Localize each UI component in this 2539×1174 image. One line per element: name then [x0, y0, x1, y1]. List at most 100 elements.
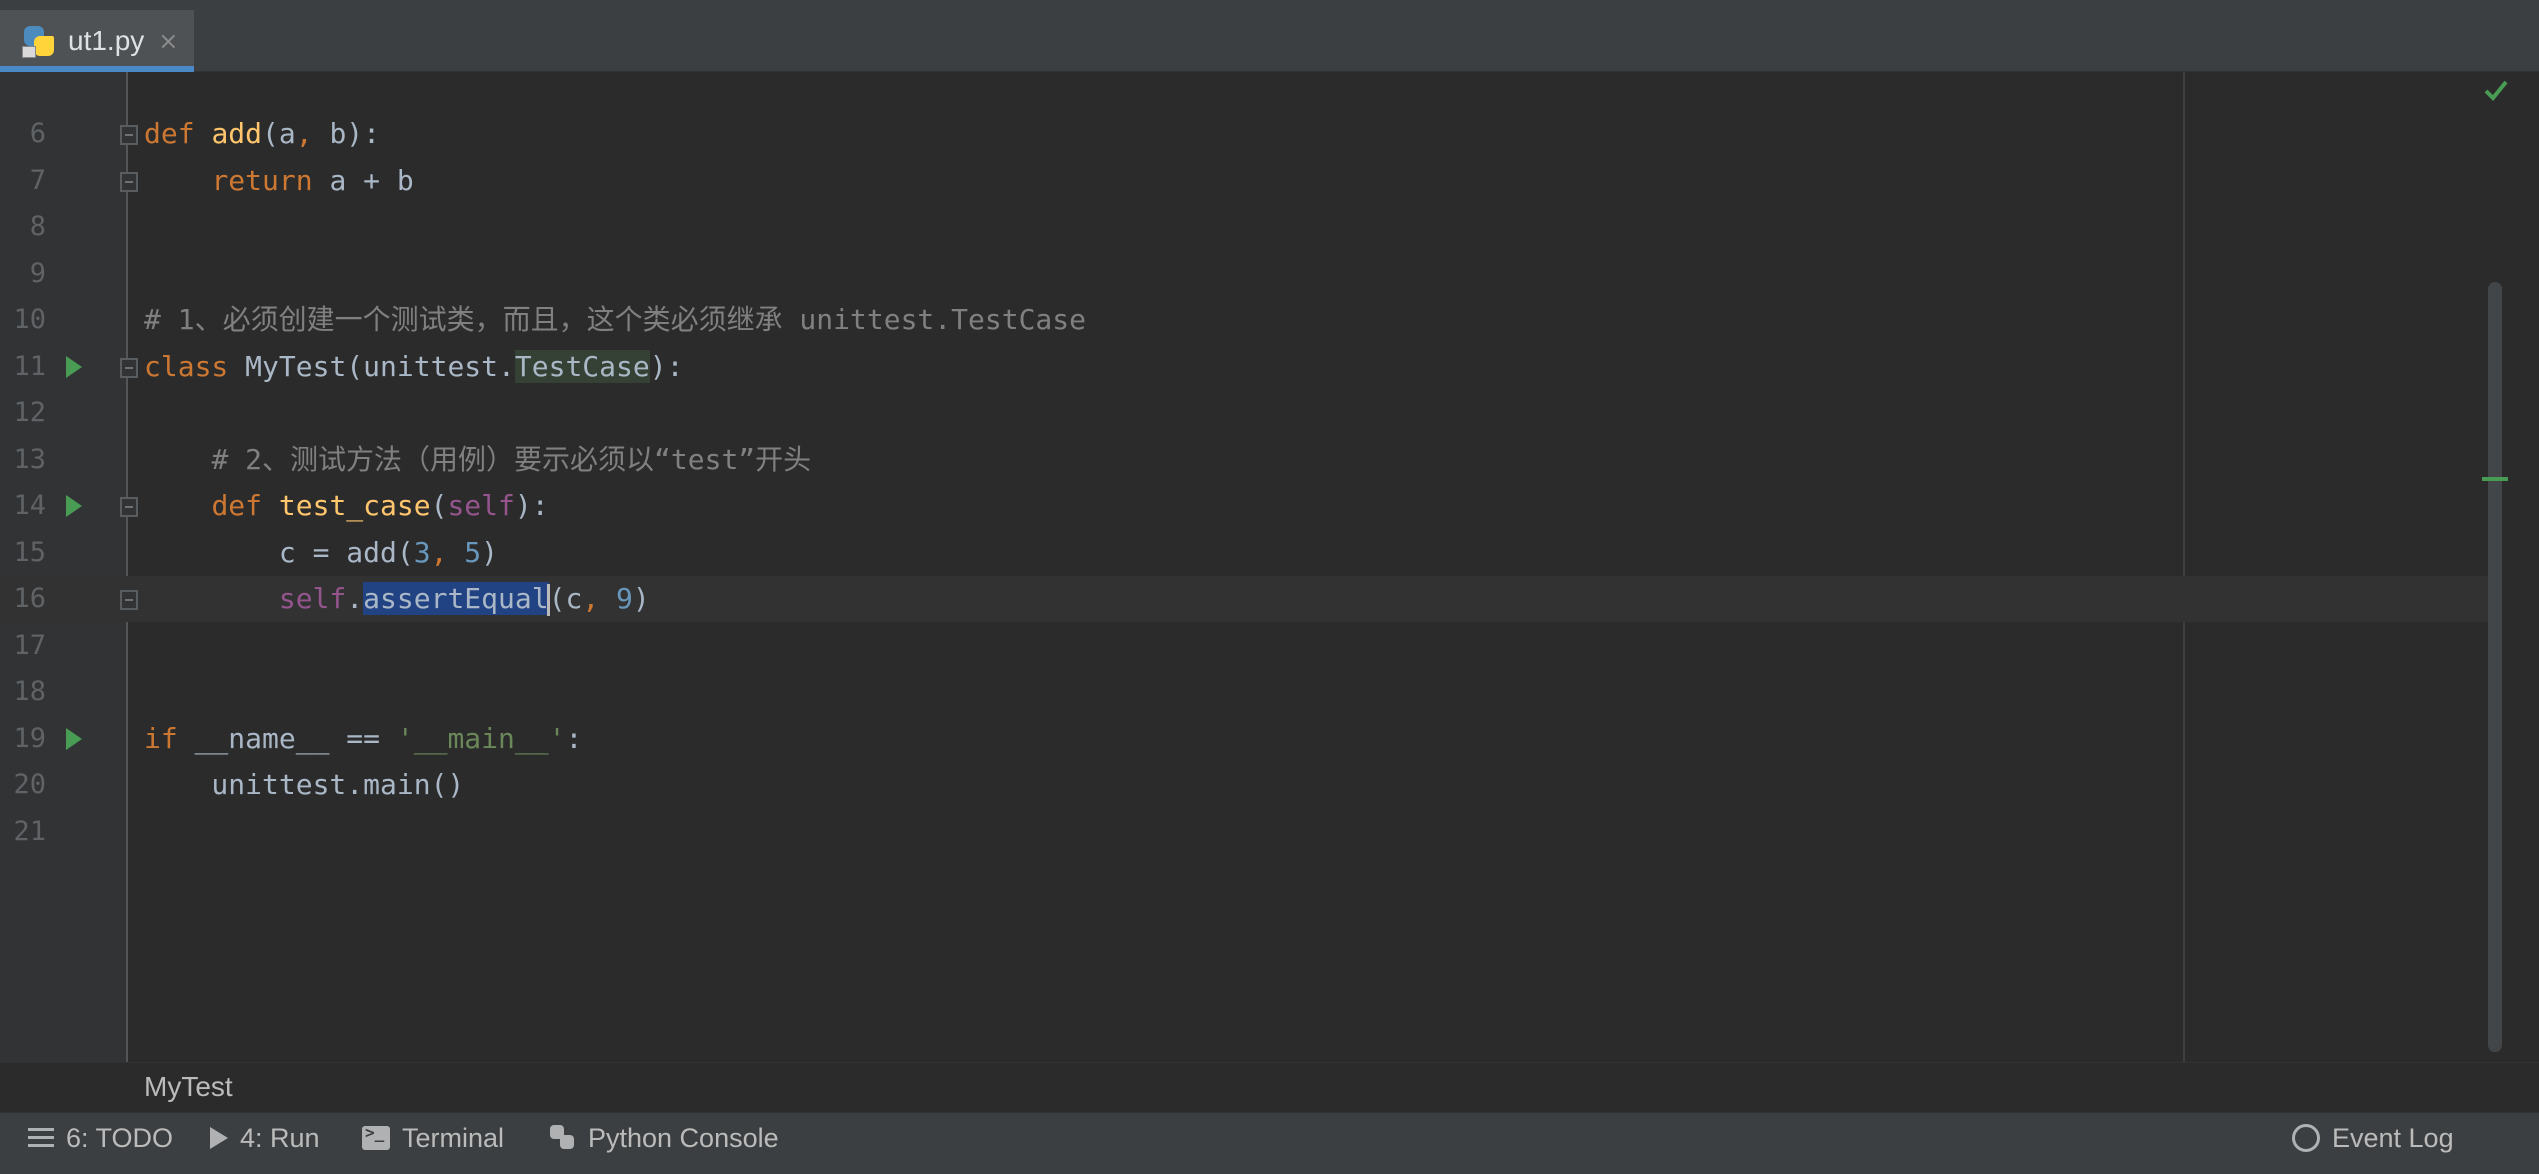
code-line[interactable]: 7 return a + b	[0, 158, 2500, 204]
line-number: 18	[13, 676, 46, 707]
list-icon	[28, 1127, 54, 1149]
code-token: 5	[464, 535, 482, 569]
fold-icon[interactable]	[120, 590, 138, 610]
code-text: self.assertEqual(c, 9)	[144, 576, 650, 622]
code-token: return	[211, 163, 330, 197]
todo-tool-button[interactable]: 6: TODO	[28, 1113, 173, 1163]
event-log-tool-button[interactable]: Event Log	[2292, 1113, 2454, 1163]
code-line[interactable]: 15 c = add(3, 5)	[0, 530, 2500, 576]
code-line[interactable]: 10 # 1、必须创建一个测试类，而且，这个类必须继承 unittest.Test…	[0, 297, 2500, 343]
code-line[interactable]: 12	[0, 390, 2500, 436]
code-token: )	[632, 582, 650, 615]
play-icon	[210, 1127, 228, 1149]
breadcrumb-item-mytest[interactable]: MyTest	[144, 1071, 233, 1103]
line-number: 8	[29, 211, 46, 242]
fold-icon[interactable]	[120, 125, 138, 145]
code-token: self	[447, 489, 515, 522]
code-text: if __name__ == '__main__':	[144, 716, 582, 762]
event-log-label: Event Log	[2332, 1122, 2454, 1153]
code-line[interactable]: 19 if __name__ == '__main__':	[0, 716, 2500, 762]
run-gutter-icon[interactable]	[66, 355, 82, 378]
code-line[interactable]: 13 # 2、测试方法（用例）要示必须以“test”开头	[0, 437, 2500, 483]
scrollbar-change-marker	[2482, 477, 2508, 481]
code-token: 3	[413, 535, 431, 569]
code-token: ,	[430, 535, 465, 569]
code-token: b):	[329, 117, 381, 150]
code-line[interactable]: 6 def add(a, b):	[0, 111, 2500, 157]
close-tab-icon[interactable]: ×	[158, 27, 178, 55]
code-text: return a + b	[144, 158, 413, 204]
code-text: c = add(3, 5)	[144, 530, 498, 576]
terminal-label: Terminal	[402, 1122, 505, 1153]
code-token: '__main__'	[396, 721, 566, 755]
code-token: add	[211, 117, 263, 150]
line-number: 9	[29, 257, 46, 289]
line-number: 13	[13, 443, 46, 475]
run-gutter-icon[interactable]	[66, 495, 82, 517]
line-number: 7	[29, 164, 46, 196]
line-number: 12	[13, 397, 46, 428]
code-line[interactable]: 21	[0, 809, 2500, 855]
run-tool-button[interactable]: 4: Run	[210, 1113, 320, 1163]
code-token: def	[211, 489, 279, 522]
code-line[interactable]: 8	[0, 204, 2500, 250]
code-token: class	[144, 349, 246, 383]
code-token: if	[144, 721, 195, 755]
code-token: c = add(	[144, 535, 414, 569]
code-token: def	[144, 117, 212, 150]
code-line[interactable]: 16 self.assertEqual(c, 9)	[0, 576, 2500, 622]
python-console-icon	[550, 1125, 576, 1151]
fold-icon[interactable]	[120, 497, 138, 517]
code-text: unittest.main()	[144, 762, 464, 808]
check-icon	[2484, 80, 2508, 101]
code-token: .	[346, 582, 364, 615]
python-console-label: Python Console	[588, 1122, 779, 1153]
code-line[interactable]: 9	[0, 251, 2500, 297]
code-token: __name__ ==	[194, 721, 397, 755]
line-number: 10	[13, 304, 46, 335]
code-token: ,	[582, 582, 617, 615]
python-file-icon	[22, 24, 56, 58]
status-strip	[0, 1162, 2539, 1174]
code-editor[interactable]: 6 def add(a, b): 7 return a + b 8 9 10 # 1、必须创…	[0, 72, 2508, 1062]
tab-ut1-py[interactable]: ut1.py ×	[0, 10, 194, 72]
fold-icon[interactable]	[120, 171, 138, 192]
vertical-scrollbar[interactable]	[2488, 282, 2502, 1052]
terminal-tool-button[interactable]: Terminal	[362, 1113, 504, 1163]
line-number: 19	[13, 722, 46, 754]
breadcrumb: MyTest	[0, 1062, 2539, 1112]
editor-tab-bar: ut1.py ×	[0, 0, 2539, 72]
run-gutter-icon[interactable]	[66, 727, 82, 750]
line-number: 11	[13, 350, 46, 382]
code-token: )	[481, 535, 499, 569]
line-number: 14	[13, 490, 46, 521]
code-line[interactable]: 20 unittest.main()	[0, 762, 2500, 808]
code-token: 9	[616, 582, 633, 615]
todo-label: 6: TODO	[66, 1122, 174, 1153]
code-token: MyTest(unittest.	[245, 349, 515, 383]
code-line[interactable]: 18	[0, 669, 2500, 715]
code-line[interactable]: 11 class MyTest(unittest.TestCase):	[0, 344, 2500, 390]
python-console-tool-button[interactable]: Python Console	[550, 1113, 779, 1163]
code-line[interactable]: 17	[0, 623, 2500, 669]
code-token: (c	[548, 582, 583, 615]
code-token: :	[565, 721, 583, 755]
line-number: 17	[13, 629, 46, 661]
code-token: (a	[262, 117, 296, 150]
run-label: 4: Run	[240, 1122, 320, 1153]
code-text: class MyTest(unittest.TestCase):	[144, 344, 683, 390]
code-token: test_case	[278, 489, 431, 522]
line-number: 21	[13, 815, 46, 847]
code-token: TestCase	[514, 349, 650, 383]
code-line[interactable]: 14 def test_case(self):	[0, 483, 2500, 529]
code-text: # 2、测试方法（用例）要示必须以“test”开头	[144, 437, 811, 483]
code-text: # 1、必须创建一个测试类，而且，这个类必须继承 unittest.TestCa…	[144, 297, 1086, 343]
code-token: unittest.main()	[144, 768, 465, 801]
line-number: 6	[29, 118, 46, 149]
terminal-icon	[362, 1123, 390, 1150]
fold-icon[interactable]	[120, 357, 138, 378]
tab-label: ut1.py	[68, 25, 145, 56]
